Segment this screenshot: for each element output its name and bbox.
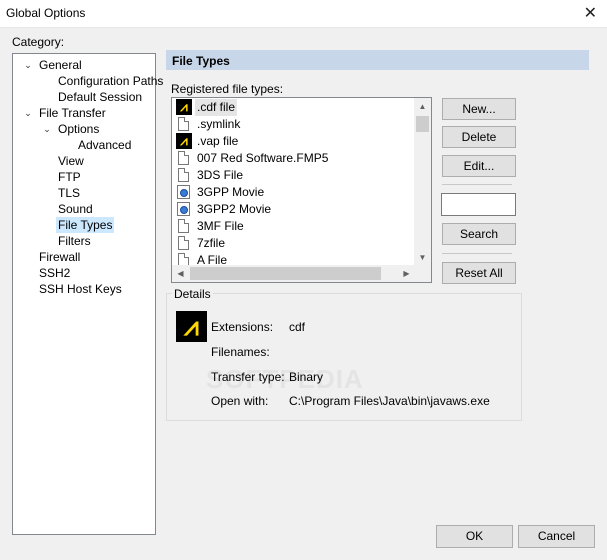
tree-item-label: File Types	[56, 217, 115, 233]
tree-item-label: SSH Host Keys	[39, 282, 122, 296]
file-types-list[interactable]: ⩘ .cdf file .symlink ⩘ .vap file 007 Red…	[171, 97, 432, 283]
tree-item-label: Configuration Paths	[58, 74, 164, 88]
new-button[interactable]: New...	[442, 98, 516, 120]
tree-item-label: Advanced	[78, 138, 132, 152]
scroll-thumb[interactable]	[190, 267, 381, 280]
reset-all-button[interactable]: Reset All	[442, 262, 516, 284]
category-label: Category:	[12, 35, 65, 49]
java-icon: ⩘	[176, 99, 192, 115]
tree-item-label: File Transfer	[39, 106, 106, 120]
document-icon	[178, 117, 189, 131]
open-with-value: C:\Program Files\Java\bin\javaws.exe	[289, 394, 490, 408]
expand-icon[interactable]: ⌄	[42, 121, 52, 137]
movie-icon	[177, 185, 190, 199]
scroll-left-icon[interactable]: ◀	[172, 265, 189, 282]
tree-item-label: Options	[58, 122, 100, 136]
expand-icon[interactable]: ⌄	[23, 57, 33, 73]
filenames-label: Filenames:	[211, 345, 270, 359]
scroll-down-icon[interactable]: ▼	[414, 249, 431, 266]
ok-button[interactable]: OK	[436, 525, 513, 548]
title-bar: Global Options ✕	[0, 0, 607, 28]
file-type-name: 3GPP Movie	[197, 185, 265, 199]
file-type-name: 3GPP2 Movie	[197, 202, 272, 216]
tree-item-label: Filters	[58, 234, 91, 248]
close-icon[interactable]: ✕	[584, 3, 597, 23]
window-title: Global Options	[6, 6, 86, 20]
scroll-right-icon[interactable]: ▶	[398, 265, 415, 282]
panel-title: File Types	[166, 50, 589, 70]
scroll-up-icon[interactable]: ▲	[414, 98, 431, 115]
scroll-thumb[interactable]	[416, 116, 429, 132]
tree-item-label: Default Session	[58, 90, 143, 104]
tree-item-label: TLS	[58, 186, 81, 200]
file-type-name: 7zfile	[197, 236, 226, 250]
edit-button[interactable]: Edit...	[442, 155, 516, 177]
search-button[interactable]: Search	[442, 223, 516, 245]
open-with-label: Open with:	[211, 394, 269, 408]
tree-item-label: SSH2	[39, 266, 71, 280]
category-tree[interactable]: ⌄ General Configuration Paths Default Se…	[12, 53, 163, 535]
tree-item-label: General	[39, 58, 82, 72]
scrollbar-corner	[414, 265, 431, 282]
horizontal-scrollbar[interactable]: ◀ ▶	[172, 265, 415, 282]
registered-file-types-label: Registered file types:	[171, 82, 284, 96]
file-type-name: 3DS File	[197, 168, 244, 182]
document-icon	[178, 236, 189, 250]
file-type-name: .cdf file	[195, 99, 238, 116]
movie-icon	[177, 202, 190, 216]
cancel-button[interactable]: Cancel	[518, 525, 595, 548]
file-type-name: 3MF File	[197, 219, 244, 233]
tree-item-label: Sound	[58, 202, 93, 216]
transfer-type-value: Binary	[289, 370, 324, 384]
vertical-scrollbar[interactable]: ▲ ▼	[414, 98, 431, 266]
separator	[442, 253, 512, 254]
document-icon	[178, 168, 189, 182]
extensions-value: cdf	[289, 320, 306, 334]
separator	[442, 184, 512, 185]
java-icon: ⩘	[176, 133, 192, 149]
details-title: Details	[172, 287, 213, 301]
file-type-name: .symlink	[197, 117, 241, 131]
extensions-label: Extensions:	[211, 320, 274, 334]
document-icon	[178, 151, 189, 165]
document-icon	[178, 219, 189, 233]
java-icon: ⩘	[176, 311, 207, 342]
search-input[interactable]	[441, 193, 516, 216]
tree-item-label: Firewall	[39, 250, 81, 264]
file-type-name: .vap file	[197, 134, 239, 148]
file-type-name: 007 Red Software.FMP5	[197, 151, 329, 165]
transfer-type-label: Transfer type:	[211, 370, 285, 384]
expand-icon[interactable]: ⌄	[23, 105, 33, 121]
tree-item-label: View	[58, 154, 84, 168]
delete-button[interactable]: Delete	[442, 126, 516, 148]
tree-item-label: FTP	[58, 170, 81, 184]
